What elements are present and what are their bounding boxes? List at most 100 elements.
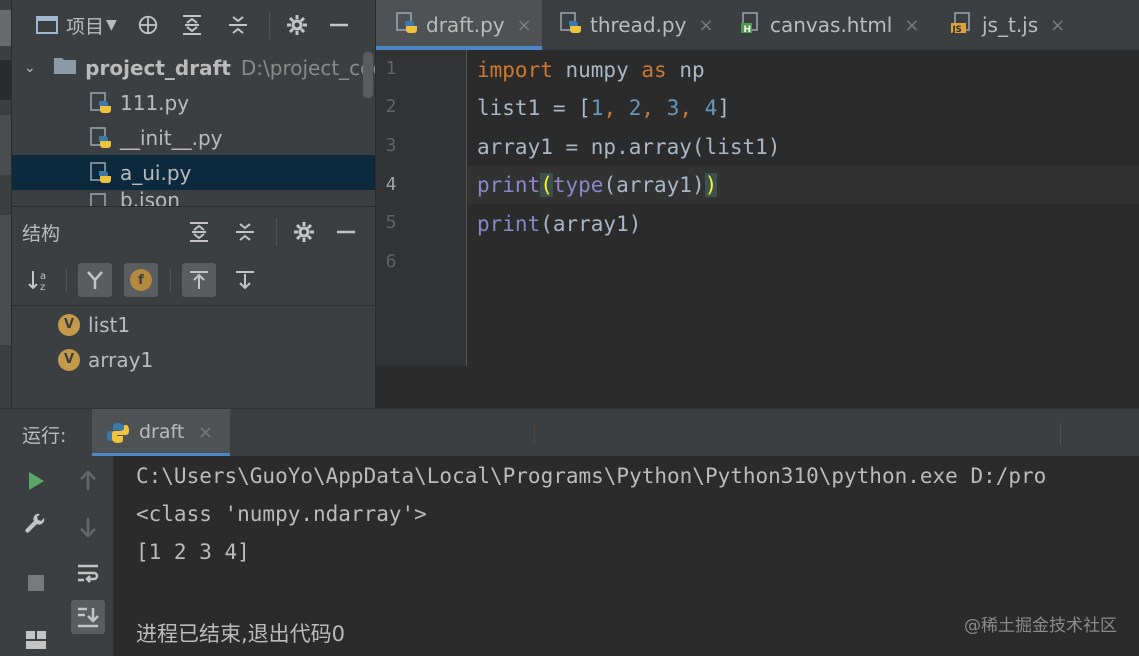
editor-tab-bar: draft.py × thread.py × H canvas.html × J…: [376, 0, 1139, 51]
console-exit-message: 进程已结束,退出代码0: [136, 622, 346, 646]
root-folder-name: project_draft: [85, 55, 231, 80]
project-panel-title[interactable]: 项目: [66, 12, 104, 39]
project-scrollbar[interactable]: [363, 52, 373, 98]
line-number: 1: [385, 58, 397, 79]
gear-icon[interactable]: [293, 221, 315, 243]
console-line: [1 2 3 4]: [136, 540, 250, 564]
code-line-5[interactable]: print(array1): [477, 205, 641, 243]
python-file-icon: [396, 11, 418, 39]
builtin-print: print: [477, 212, 541, 236]
scroll-to-end-icon[interactable]: [71, 600, 105, 634]
tree-file-row[interactable]: 111.py: [12, 85, 375, 120]
tab-canvas-html[interactable]: H canvas.html ×: [720, 0, 928, 50]
commit-tool-window-tab[interactable]: [0, 115, 11, 175]
wrench-icon[interactable]: [19, 508, 53, 542]
structure-panel-header: 结构: [12, 207, 375, 257]
project-panel: 项目 ▼ ⌄ project_draft D:\project_coc 111.…: [12, 0, 375, 206]
tree-file-row-selected[interactable]: a_ui.py: [12, 155, 375, 190]
matched-paren-close: ): [704, 173, 718, 197]
soft-wrap-icon[interactable]: [71, 556, 105, 590]
show-inherited-icon[interactable]: [78, 263, 112, 297]
chevron-down-icon[interactable]: ▼: [106, 17, 117, 33]
close-icon[interactable]: ×: [904, 15, 919, 36]
structure-toolbar: az f: [12, 257, 375, 306]
svg-text:a: a: [40, 271, 46, 282]
sort-alphabetically-icon[interactable]: az: [22, 263, 56, 297]
code-line-2[interactable]: list1 = [1, 2, 3, 4]: [477, 89, 730, 127]
comma: ,: [641, 96, 667, 120]
assignment-text: list1 = [: [477, 96, 591, 120]
code-line-4[interactable]: print(type(array1)): [477, 166, 718, 204]
chevron-down-icon[interactable]: ⌄: [24, 60, 37, 76]
tab-js-t-js[interactable]: JS js_t.js ×: [928, 0, 1108, 50]
tab-label: canvas.html: [770, 13, 893, 37]
run-tab-draft[interactable]: draft ×: [92, 409, 230, 457]
builtin-type: type: [552, 173, 604, 197]
stop-icon[interactable]: [19, 566, 53, 600]
tree-root-folder[interactable]: ⌄ project_draft D:\project_coc: [12, 50, 375, 85]
code-line-1[interactable]: import numpy as np: [477, 51, 705, 89]
toolbar-divider: [170, 269, 171, 293]
layout-icon[interactable]: [19, 622, 53, 656]
arrow-down-icon[interactable]: [71, 510, 105, 544]
root-folder-path: D:\project_coc: [240, 55, 375, 80]
close-icon[interactable]: ×: [198, 422, 213, 443]
autoscroll-to-source-icon[interactable]: [228, 263, 262, 297]
tab-label: draft.py: [426, 13, 505, 37]
structure-item[interactable]: V list1: [12, 307, 375, 342]
comma: ,: [603, 96, 629, 120]
run-panel-label: 运行:: [22, 425, 67, 447]
keyword-import: import: [477, 58, 553, 82]
code-editor[interactable]: import numpy as np list1 = [1, 2, 3, 4] …: [467, 50, 1139, 366]
run-panel-header: 运行: draft ×: [0, 408, 1139, 457]
number-literal: 4: [704, 96, 718, 120]
console-line: <class 'numpy.ndarray'>: [136, 502, 427, 526]
header-divider: [276, 218, 278, 246]
header-splitter: [534, 423, 535, 445]
tab-label: thread.py: [590, 13, 687, 37]
file-name: __init__.py: [120, 125, 223, 150]
tab-draft-py[interactable]: draft.py ×: [376, 0, 542, 50]
structure-item[interactable]: V array1: [12, 342, 375, 377]
run-toolbar-secondary: [63, 456, 114, 656]
project-panel-header: 项目 ▼: [12, 0, 375, 50]
module-name: numpy: [552, 58, 642, 82]
field-badge: f: [130, 269, 152, 291]
expand-all-icon[interactable]: [188, 221, 210, 243]
scroll-from-source-icon[interactable]: [182, 263, 216, 297]
arrow-up-icon[interactable]: [71, 464, 105, 498]
gear-icon[interactable]: [286, 14, 308, 36]
tree-file-row-partial[interactable]: b.json: [12, 190, 375, 206]
header-divider: [268, 11, 270, 39]
close-icon[interactable]: ×: [698, 15, 713, 36]
variable-badge-icon: V: [58, 348, 80, 371]
header-splitter: [1060, 423, 1061, 445]
rerun-icon[interactable]: [19, 464, 53, 498]
editor-bottom-gap: [376, 366, 1139, 408]
number-literal: 3: [666, 96, 680, 120]
structure-tool-window-tab[interactable]: [0, 215, 11, 345]
python-file-icon: [90, 91, 112, 114]
minimize-icon[interactable]: [335, 221, 357, 243]
close-icon[interactable]: ×: [517, 15, 532, 36]
project-view-icon: [36, 14, 58, 36]
minimize-icon[interactable]: [328, 14, 350, 36]
code-line-3[interactable]: array1 = np.array(list1): [477, 128, 780, 166]
tab-thread-py[interactable]: thread.py ×: [542, 0, 720, 50]
call-args: (array1): [603, 173, 705, 197]
line-number-current: 4: [385, 174, 397, 195]
close-icon[interactable]: ×: [1050, 15, 1065, 36]
collapse-all-icon[interactable]: [227, 14, 249, 36]
collapse-all-icon[interactable]: [234, 221, 256, 243]
project-tool-window-tab[interactable]: [0, 10, 11, 46]
strip-separator: [0, 60, 11, 100]
matched-paren-open: (: [540, 173, 553, 197]
python-icon: [106, 421, 130, 449]
locate-icon[interactable]: [137, 14, 159, 36]
file-name: a_ui.py: [120, 160, 192, 185]
svg-text:H: H: [744, 25, 752, 34]
tree-file-row[interactable]: __init__.py: [12, 120, 375, 155]
json-file-icon: [90, 193, 112, 206]
expand-all-icon[interactable]: [181, 14, 203, 36]
show-fields-icon[interactable]: f: [124, 263, 158, 297]
